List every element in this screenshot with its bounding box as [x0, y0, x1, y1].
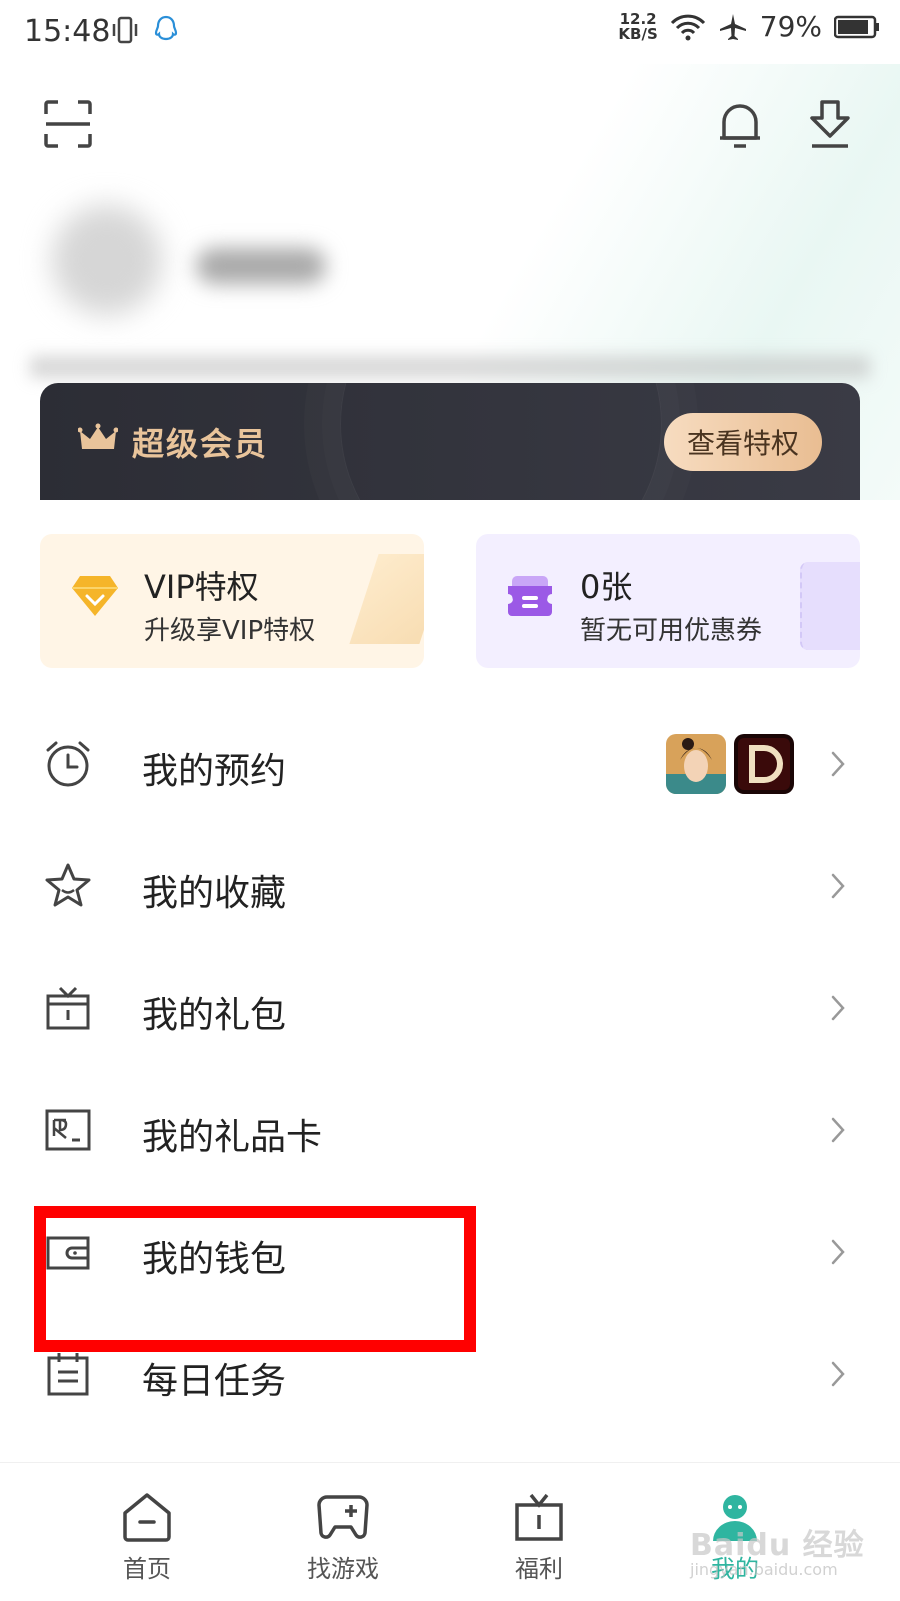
tab-find-games[interactable]: 找游戏 [268, 1463, 418, 1601]
chevron-right-icon [831, 873, 845, 899]
menu-item-favorites[interactable]: 我的收藏 [0, 824, 900, 948]
coupon-icon [508, 576, 552, 616]
chevron-right-icon [831, 995, 845, 1021]
battery-percent: 79% [759, 10, 822, 43]
coupon-count: 0张 [580, 568, 633, 606]
crown-icon [78, 423, 118, 449]
wallet-highlight-annotation [34, 1206, 476, 1352]
gift-card-icon [45, 1109, 91, 1151]
chevron-right-icon [831, 1361, 845, 1387]
battery-icon [834, 15, 879, 38]
network-speed: 12.2 KB/S [618, 9, 658, 43]
chevron-right-icon [831, 1117, 845, 1143]
alarm-clock-icon [46, 741, 90, 787]
view-privileges-button[interactable]: 查看特权 [664, 413, 822, 471]
watermark-brand: Baidu 经验 [690, 1528, 865, 1563]
gift-box-icon [46, 986, 90, 1030]
vip-privilege-subtitle: 升级享VIP特权 [144, 616, 316, 646]
tab-label-home: 首页 [123, 1555, 171, 1583]
game-thumbnail[interactable] [734, 734, 794, 794]
vibrate-icon [112, 16, 138, 44]
bell-icon[interactable] [718, 100, 762, 150]
menu-label-favorites: 我的收藏 [142, 873, 287, 914]
username[interactable] [196, 248, 326, 284]
status-bar: 15:48 12.2 KB/S 79% [0, 0, 900, 64]
menu-item-gift-packs[interactable]: 我的礼包 [0, 946, 900, 1070]
menu-item-gift-cards[interactable]: 我的礼品卡 [0, 1068, 900, 1192]
chevron-right-icon [831, 1239, 845, 1265]
coupon-card[interactable]: 0张 暂无可用优惠券 [476, 534, 860, 668]
star-icon [45, 863, 91, 907]
tab-label-find-games: 找游戏 [307, 1555, 379, 1583]
reserved-game-thumbnails [666, 734, 794, 794]
vip-privilege-title: VIP特权 [144, 568, 259, 606]
airplane-icon [719, 13, 746, 40]
super-vip-banner[interactable]: 超级会员 查看特权 [40, 383, 860, 500]
tab-home[interactable]: 首页 [72, 1463, 222, 1601]
coupon-subtitle: 暂无可用优惠券 [580, 616, 763, 646]
home-icon [123, 1493, 171, 1542]
qq-icon [154, 15, 178, 41]
menu-label-gift-packs: 我的礼包 [142, 995, 287, 1036]
watermark-url: jingyan.baidu.com [690, 1560, 838, 1579]
tab-welfare[interactable]: 福利 [464, 1463, 614, 1601]
menu-label-reservations: 我的预约 [142, 751, 287, 792]
avatar[interactable] [52, 205, 162, 315]
menu-label-daily-tasks: 每日任务 [142, 1361, 287, 1402]
vip-privilege-card[interactable]: VIP特权 升级享VIP特权 [40, 534, 424, 668]
download-icon[interactable] [808, 98, 852, 150]
menu-item-reservations[interactable]: 我的预约 [0, 702, 900, 826]
menu-label-gift-cards: 我的礼品卡 [142, 1117, 323, 1158]
super-vip-title: 超级会员 [132, 425, 269, 463]
diamond-icon [72, 576, 118, 616]
tab-label-welfare: 福利 [515, 1555, 563, 1583]
status-time: 15:48 [24, 14, 111, 49]
gamepad-icon [317, 1495, 369, 1539]
scan-icon[interactable] [44, 100, 92, 148]
chevron-right-icon [831, 751, 845, 777]
wifi-icon [670, 14, 705, 40]
calendar-task-icon [47, 1353, 89, 1396]
gift-icon [515, 1493, 563, 1541]
game-thumbnail[interactable] [666, 734, 726, 794]
